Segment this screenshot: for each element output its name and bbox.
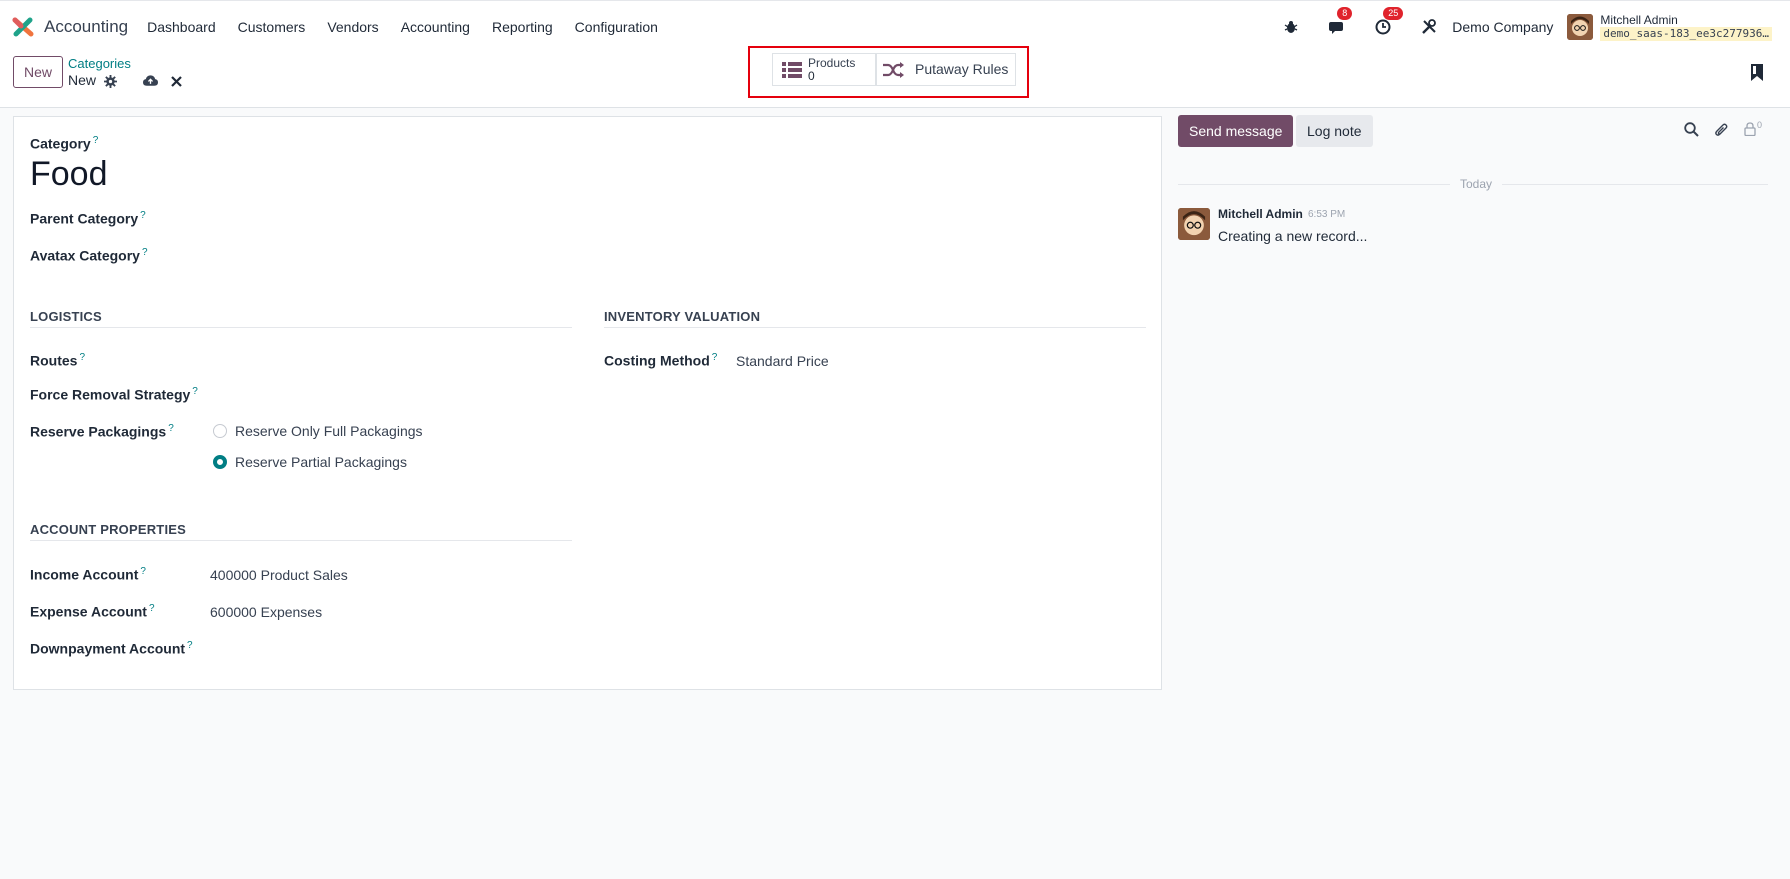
smart-buttons-highlight: Products 0 Putaway Rules bbox=[748, 46, 1029, 98]
menu-configuration[interactable]: Configuration bbox=[564, 1, 669, 53]
products-count: 0 bbox=[808, 69, 815, 83]
paperclip-attachment-icon[interactable] bbox=[1714, 122, 1728, 138]
routes-label: Routes? bbox=[30, 352, 86, 369]
control-panel: New Categories New Products 0 Putaway Ru… bbox=[0, 46, 1790, 108]
top-navbar: Accounting Dashboard Customers Vendors A… bbox=[0, 0, 1790, 52]
menu-vendors[interactable]: Vendors bbox=[316, 1, 389, 53]
message-author-avatar[interactable] bbox=[1178, 208, 1210, 240]
user-menu[interactable]: Mitchell Admin demo_saas-183_ee3c277936… bbox=[1567, 13, 1772, 41]
income-account-field[interactable]: 400000 Product Sales bbox=[210, 567, 348, 583]
reserve-full-packagings-radio[interactable]: Reserve Only Full Packagings bbox=[213, 423, 423, 439]
menu-reporting[interactable]: Reporting bbox=[481, 1, 564, 53]
reserve-full-packagings-label: Reserve Only Full Packagings bbox=[235, 423, 423, 439]
income-account-label: Income Account? bbox=[30, 566, 146, 583]
developer-tools-icon[interactable] bbox=[1418, 16, 1440, 38]
expense-account-label: Expense Account? bbox=[30, 603, 155, 620]
navbar-systray: 8 25 Demo Company Mitchell Admin demo_sa… bbox=[1280, 1, 1790, 53]
category-help-icon[interactable]: ? bbox=[93, 135, 99, 146]
menu-accounting[interactable]: Accounting bbox=[390, 1, 481, 53]
parent-category-label: Parent Category? bbox=[30, 210, 146, 227]
user-info: Mitchell Admin demo_saas-183_ee3c277936… bbox=[1600, 13, 1772, 41]
breadcrumb-categories[interactable]: Categories bbox=[68, 56, 131, 71]
products-smart-button-text: Products 0 bbox=[808, 56, 856, 83]
downpayment-account-help-icon[interactable]: ? bbox=[187, 640, 193, 651]
reserve-partial-packagings-label: Reserve Partial Packagings bbox=[235, 454, 407, 470]
messages-chat-icon[interactable]: 8 bbox=[1326, 7, 1353, 38]
messages-count-badge: 8 bbox=[1337, 7, 1353, 20]
new-record-button[interactable]: New bbox=[13, 56, 63, 88]
debug-bug-icon[interactable] bbox=[1280, 16, 1302, 38]
downpayment-account-label: Downpayment Account? bbox=[30, 640, 193, 657]
message-body: Creating a new record... bbox=[1218, 228, 1368, 244]
message-timestamp: 6:53 PM bbox=[1308, 209, 1346, 220]
parent-category-help-icon[interactable]: ? bbox=[140, 210, 146, 221]
avatax-category-help-icon[interactable]: ? bbox=[142, 247, 148, 258]
menu-dashboard[interactable]: Dashboard bbox=[136, 1, 227, 53]
costing-method-field[interactable]: Standard Price bbox=[736, 353, 829, 369]
putaway-rules-label: Putaway Rules bbox=[915, 61, 1009, 77]
avatax-category-label: Avatax Category? bbox=[30, 247, 148, 264]
gear-icon[interactable] bbox=[104, 75, 117, 88]
log-note-button[interactable]: Log note bbox=[1296, 115, 1373, 147]
products-smart-button[interactable]: Products 0 bbox=[772, 53, 876, 86]
user-avatar bbox=[1567, 14, 1594, 40]
putaway-rules-smart-button[interactable]: Putaway Rules bbox=[876, 53, 1016, 86]
account-properties-section-title: Account Properties bbox=[30, 522, 572, 541]
force-removal-help-icon[interactable]: ? bbox=[192, 386, 198, 397]
logistics-section-title: Logistics bbox=[30, 309, 572, 328]
send-message-button[interactable]: Send message bbox=[1178, 115, 1294, 147]
costing-method-label: Costing Method? bbox=[604, 352, 718, 369]
reserve-packagings-label: Reserve Packagings? bbox=[30, 423, 174, 440]
routes-help-icon[interactable]: ? bbox=[79, 352, 85, 363]
save-cloud-icon[interactable] bbox=[143, 75, 158, 87]
app-name: Accounting bbox=[44, 16, 129, 36]
followers-lock-icon[interactable]: 0 bbox=[1744, 120, 1763, 136]
app-brand[interactable]: Accounting bbox=[12, 16, 136, 38]
radio-circle-unchecked bbox=[213, 424, 227, 438]
expense-account-field[interactable]: 600000 Expenses bbox=[210, 604, 322, 620]
expense-account-help-icon[interactable]: ? bbox=[149, 603, 155, 614]
reserve-partial-packagings-radio[interactable]: Reserve Partial Packagings bbox=[213, 454, 407, 470]
products-label: Products bbox=[808, 56, 856, 70]
random-shuffle-icon bbox=[883, 61, 905, 78]
database-name: demo_saas-183_ee3c277936… bbox=[1600, 27, 1772, 41]
accounting-app-icon bbox=[12, 16, 34, 38]
activities-count-badge: 25 bbox=[1383, 7, 1404, 20]
main-menu: Dashboard Customers Vendors Accounting R… bbox=[136, 1, 669, 53]
discard-close-icon[interactable] bbox=[171, 76, 182, 87]
list-icon bbox=[782, 61, 802, 79]
form-sheet: Category? Food Parent Category? Avatax C… bbox=[13, 116, 1162, 690]
inventory-valuation-section-title: Inventory Valuation bbox=[604, 309, 1146, 328]
date-separator-label: Today bbox=[1450, 177, 1503, 191]
search-icon[interactable] bbox=[1684, 122, 1699, 137]
activities-clock-icon[interactable]: 25 bbox=[1372, 7, 1404, 38]
category-label: Category? bbox=[30, 135, 99, 152]
force-removal-strategy-label: Force Removal Strategy? bbox=[30, 386, 198, 403]
knowledge-bookmark-icon[interactable] bbox=[1751, 64, 1763, 84]
message-author-name[interactable]: Mitchell Admin bbox=[1218, 207, 1303, 221]
user-name: Mitchell Admin bbox=[1600, 13, 1678, 27]
company-switcher[interactable]: Demo Company bbox=[1452, 19, 1553, 35]
radio-circle-checked bbox=[213, 455, 227, 469]
breadcrumb-current-record: New bbox=[68, 72, 97, 88]
costing-method-help-icon[interactable]: ? bbox=[712, 352, 718, 363]
followers-count: 0 bbox=[1757, 120, 1763, 130]
reserve-packagings-help-icon[interactable]: ? bbox=[168, 423, 174, 434]
category-name-field[interactable]: Food bbox=[30, 155, 108, 194]
menu-customers[interactable]: Customers bbox=[227, 1, 317, 53]
income-account-help-icon[interactable]: ? bbox=[140, 566, 146, 577]
